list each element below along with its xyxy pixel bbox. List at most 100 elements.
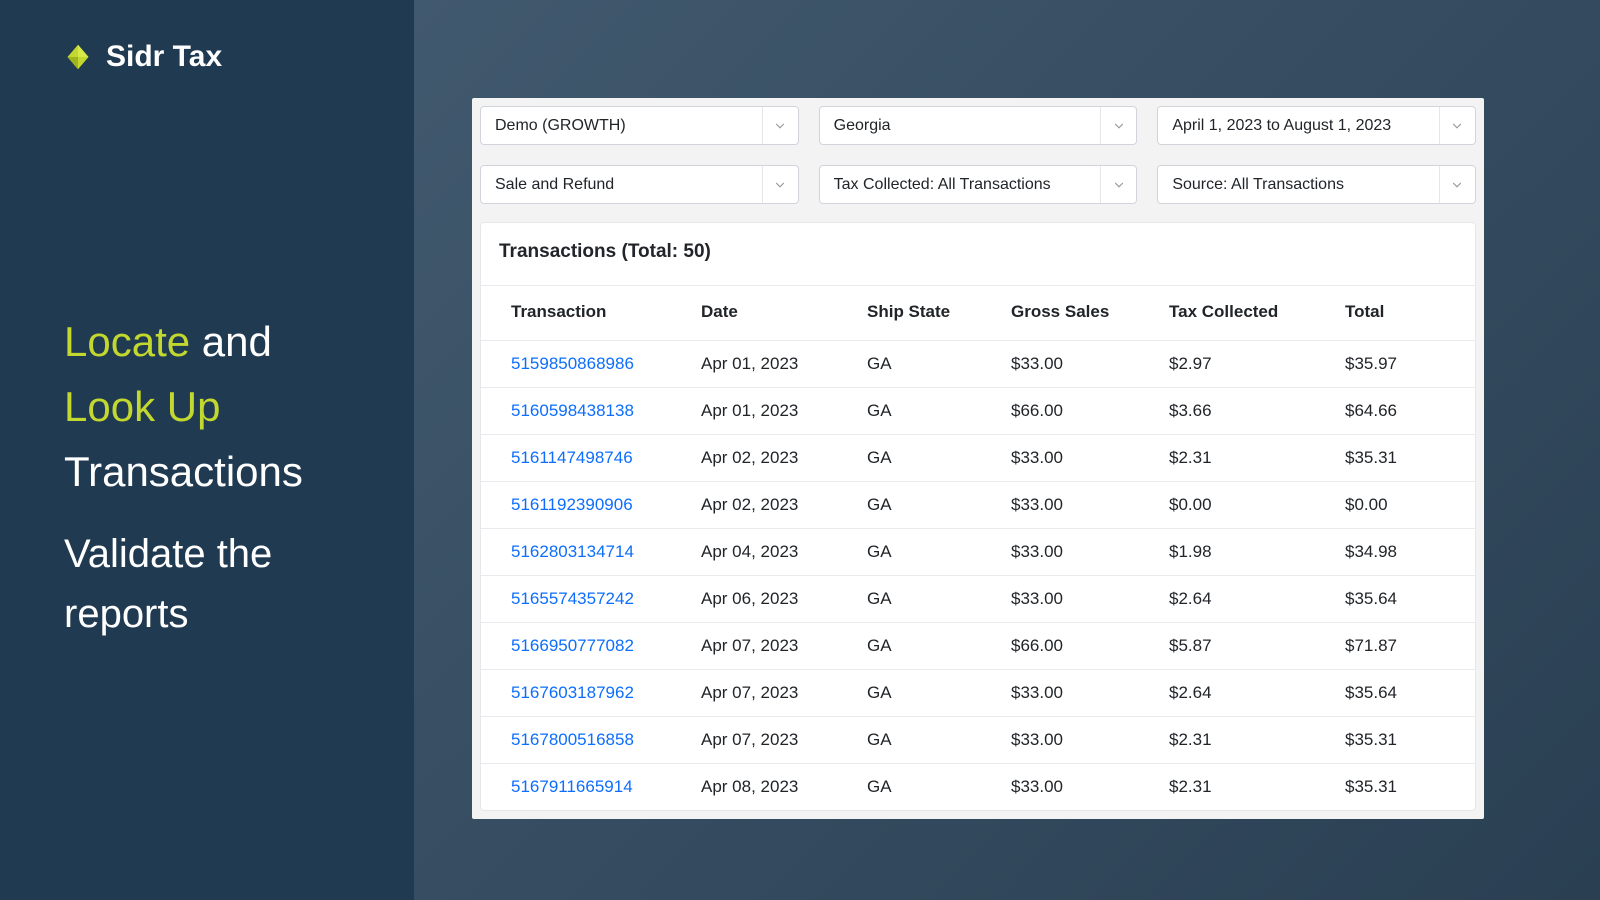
col-date: Date — [687, 286, 853, 341]
cell-tax-collected: $2.31 — [1155, 435, 1331, 482]
transaction-link[interactable]: 5167603187962 — [511, 683, 634, 702]
cell-gross-sales: $33.00 — [997, 764, 1155, 811]
cell-date: Apr 06, 2023 — [687, 576, 853, 623]
brand-row: Sidr Tax — [64, 40, 350, 74]
subheading-line-1: Validate the — [64, 532, 272, 576]
table-row: 5167911665914 Apr 08, 2023GA$33.00$2.31$3… — [481, 764, 1475, 811]
cell-ship-state: GA — [853, 482, 997, 529]
heading-accent-2: Look Up — [64, 383, 220, 430]
cell-ship-state: GA — [853, 341, 997, 388]
table-title: Transactions (Total: 50) — [481, 223, 1475, 285]
cell-gross-sales: $33.00 — [997, 529, 1155, 576]
transaction-link[interactable]: 5159850868986 — [511, 354, 634, 373]
chevron-down-icon — [1100, 107, 1136, 144]
cell-gross-sales: $33.00 — [997, 435, 1155, 482]
transaction-link[interactable]: 5167800516858 — [511, 730, 634, 749]
cell-total: $0.00 — [1331, 482, 1475, 529]
transaction-link[interactable]: 5160598438138 — [511, 401, 634, 420]
cell-total: $64.66 — [1331, 388, 1475, 435]
heading-word-transactions: Transactions — [64, 448, 303, 495]
account-dropdown-label: Demo (GROWTH) — [481, 117, 640, 135]
state-dropdown-label: Georgia — [820, 117, 905, 135]
transactions-panel: Demo (GROWTH) Georgia April 1, 2023 to A… — [472, 98, 1484, 819]
table-row: 5165574357242 Apr 06, 2023GA$33.00$2.64$3… — [481, 576, 1475, 623]
heading-accent-1: Locate — [64, 318, 190, 365]
type-dropdown-label: Sale and Refund — [481, 176, 628, 194]
transaction-link[interactable]: 5165574357242 — [511, 589, 634, 608]
transaction-link[interactable]: 5167911665914 — [511, 777, 633, 796]
cell-total: $35.64 — [1331, 670, 1475, 717]
table-row: 5167800516858Apr 07, 2023GA$33.00$2.31$3… — [481, 717, 1475, 764]
cell-ship-state: GA — [853, 764, 997, 811]
cell-tax-collected: $2.64 — [1155, 576, 1331, 623]
account-dropdown[interactable]: Demo (GROWTH) — [480, 106, 799, 145]
table-row: 5161192390906Apr 02, 2023GA$33.00$0.00$0… — [481, 482, 1475, 529]
cell-gross-sales: $66.00 — [997, 388, 1155, 435]
col-gross-sales: Gross Sales — [997, 286, 1155, 341]
cell-gross-sales: $33.00 — [997, 576, 1155, 623]
cell-total: $35.31 — [1331, 435, 1475, 482]
col-transaction: Transaction — [481, 286, 687, 341]
cell-date: Apr 08, 2023 — [687, 764, 853, 811]
cell-total: $35.31 — [1331, 717, 1475, 764]
cell-tax-collected: $5.87 — [1155, 623, 1331, 670]
cell-date: Apr 07, 2023 — [687, 623, 853, 670]
chevron-down-icon — [1100, 166, 1136, 203]
cell-tax-collected: $0.00 — [1155, 482, 1331, 529]
cell-gross-sales: $33.00 — [997, 717, 1155, 764]
table-row: 5166950777082 Apr 07, 2023GA$66.00$5.87$7… — [481, 623, 1475, 670]
source-dropdown[interactable]: Source: All Transactions — [1157, 165, 1476, 204]
transaction-link[interactable]: 5162803134714 — [511, 542, 634, 561]
table-row: 5167603187962Apr 07, 2023GA$33.00$2.64$3… — [481, 670, 1475, 717]
main-area: Demo (GROWTH) Georgia April 1, 2023 to A… — [414, 0, 1600, 900]
cell-tax-collected: $2.31 — [1155, 764, 1331, 811]
cell-tax-collected: $2.64 — [1155, 670, 1331, 717]
state-dropdown[interactable]: Georgia — [819, 106, 1138, 145]
subheading-line-2: reports — [64, 592, 189, 636]
chevron-down-icon — [1439, 107, 1475, 144]
type-dropdown[interactable]: Sale and Refund — [480, 165, 799, 204]
marketing-heading: Locate and Look Up Transactions — [64, 309, 350, 504]
transaction-link[interactable]: 5161192390906 — [511, 495, 633, 514]
table-row: 5160598438138Apr 01, 2023GA$66.00$3.66$6… — [481, 388, 1475, 435]
brand-name: Sidr Tax — [106, 40, 222, 74]
tax-collected-dropdown-label: Tax Collected: All Transactions — [820, 176, 1065, 194]
cell-tax-collected: $2.31 — [1155, 717, 1331, 764]
marketing-subheading: Validate the reports — [64, 524, 350, 644]
cell-ship-state: GA — [853, 576, 997, 623]
chevron-down-icon — [1439, 166, 1475, 203]
chevron-down-icon — [762, 107, 798, 144]
source-dropdown-label: Source: All Transactions — [1158, 176, 1358, 194]
date-range-dropdown[interactable]: April 1, 2023 to August 1, 2023 — [1157, 106, 1476, 145]
cell-date: Apr 01, 2023 — [687, 388, 853, 435]
cell-tax-collected: $3.66 — [1155, 388, 1331, 435]
cell-gross-sales: $33.00 — [997, 341, 1155, 388]
cell-total: $34.98 — [1331, 529, 1475, 576]
transactions-card: Transactions (Total: 50) Transaction Dat… — [480, 222, 1476, 811]
cell-total: $35.97 — [1331, 341, 1475, 388]
cell-date: Apr 02, 2023 — [687, 482, 853, 529]
cell-ship-state: GA — [853, 529, 997, 576]
cell-date: Apr 02, 2023 — [687, 435, 853, 482]
table-row: 5159850868986Apr 01, 2023GA$33.00$2.97$3… — [481, 341, 1475, 388]
transaction-link[interactable]: 5166950777082 — [511, 636, 634, 655]
transactions-table: Transaction Date Ship State Gross Sales … — [481, 285, 1475, 810]
filters-row: Demo (GROWTH) Georgia April 1, 2023 to A… — [480, 106, 1476, 204]
cell-total: $35.31 — [1331, 764, 1475, 811]
cell-gross-sales: $66.00 — [997, 623, 1155, 670]
cell-date: Apr 07, 2023 — [687, 717, 853, 764]
col-tax-collected: Tax Collected — [1155, 286, 1331, 341]
cell-total: $35.64 — [1331, 576, 1475, 623]
sidebar: Sidr Tax Locate and Look Up Transactions… — [0, 0, 414, 900]
tax-collected-dropdown[interactable]: Tax Collected: All Transactions — [819, 165, 1138, 204]
heading-word-and: and — [202, 318, 272, 365]
cell-tax-collected: $2.97 — [1155, 341, 1331, 388]
table-row: 5161147498746 Apr 02, 2023GA$33.00$2.31$3… — [481, 435, 1475, 482]
cell-ship-state: GA — [853, 623, 997, 670]
cell-ship-state: GA — [853, 670, 997, 717]
table-row: 5162803134714Apr 04, 2023GA$33.00$1.98$3… — [481, 529, 1475, 576]
cell-gross-sales: $33.00 — [997, 482, 1155, 529]
transaction-link[interactable]: 5161147498746 — [511, 448, 633, 467]
cell-total: $71.87 — [1331, 623, 1475, 670]
cell-ship-state: GA — [853, 435, 997, 482]
